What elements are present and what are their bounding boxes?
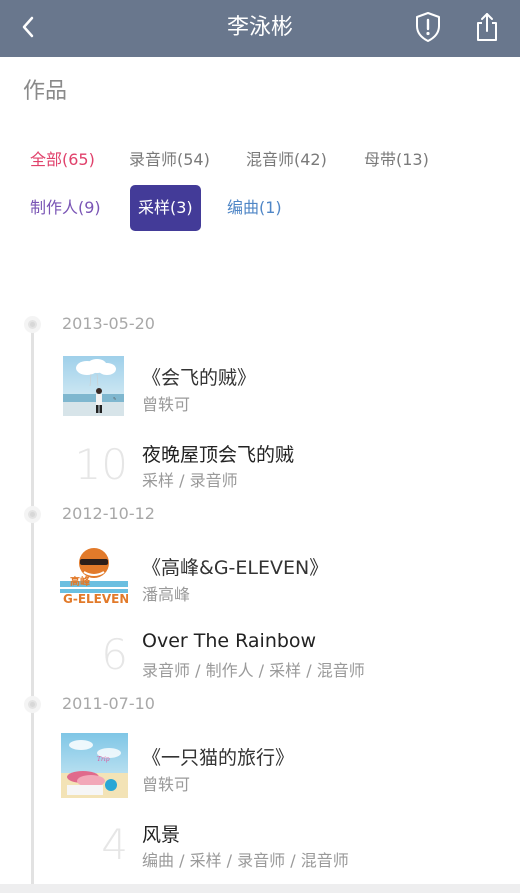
svg-text:Trip: Trip: [97, 756, 110, 763]
album-cover-art: Trip: [61, 733, 128, 798]
track-title[interactable]: 夜晚屋顶会飞的贼: [142, 440, 294, 467]
svg-text:✎: ✎: [113, 396, 116, 401]
album-cover[interactable]: ✎: [63, 356, 124, 416]
filter-mastering[interactable]: 母带(13): [356, 137, 437, 183]
track-title[interactable]: 风景: [142, 820, 180, 847]
album-cover[interactable]: 高峰 G-ELEVEN: [60, 545, 128, 607]
album-artist[interactable]: 曾轶可: [142, 771, 190, 795]
track-number: 10: [74, 440, 128, 489]
section-title: 作品: [23, 79, 68, 104]
share-button[interactable]: [471, 9, 503, 45]
track-roles: 采样 / 录音师: [142, 471, 238, 490]
share-icon: [477, 13, 497, 41]
album-artist[interactable]: 曾轶可: [142, 391, 190, 415]
release-date: 2011-07-10: [62, 694, 155, 713]
release-date: 2013-05-20: [62, 314, 155, 333]
filter-all[interactable]: 全部(65): [22, 137, 103, 183]
album-cover[interactable]: Trip: [61, 733, 128, 798]
timeline-dot: [24, 696, 41, 713]
timeline-dot: [24, 506, 41, 523]
report-button[interactable]: [412, 9, 444, 45]
album-title[interactable]: 《一只猫的旅行》: [142, 743, 294, 770]
filter-recording-engineer[interactable]: 录音师(54): [121, 137, 218, 183]
track-roles: 录音师 / 制作人 / 采样 / 混音师: [142, 661, 365, 680]
nav-bar: 李泳彬: [0, 0, 520, 57]
timeline-line: [31, 322, 34, 884]
album-cover-art: ✎: [63, 356, 124, 416]
svg-text:高峰: 高峰: [70, 575, 91, 588]
album-title[interactable]: 《会飞的贼》: [142, 363, 256, 390]
release-date: 2012-10-12: [62, 504, 155, 523]
track-number: 6: [101, 630, 128, 679]
track-number: 4: [101, 820, 128, 869]
album-artist[interactable]: 潘高峰: [142, 581, 190, 605]
album-title[interactable]: 《高峰&G-ELEVEN》: [142, 553, 328, 580]
timeline-dot: [24, 316, 41, 333]
album-cover-art: 高峰 G-ELEVEN: [60, 545, 128, 607]
filter-mixing-engineer[interactable]: 混音师(42): [238, 137, 335, 183]
shield-alert-icon: [416, 12, 440, 42]
filter-sampling[interactable]: 采样(3): [130, 185, 201, 231]
filter-producer[interactable]: 制作人(9): [22, 185, 109, 231]
filter-arrangement[interactable]: 编曲(1): [219, 185, 290, 231]
bottom-edge: [0, 884, 520, 893]
svg-text:G-ELEVEN: G-ELEVEN: [63, 592, 128, 606]
track-roles: 编曲 / 采样 / 录音师 / 混音师: [142, 851, 349, 870]
track-title[interactable]: Over The Rainbow: [142, 630, 316, 652]
